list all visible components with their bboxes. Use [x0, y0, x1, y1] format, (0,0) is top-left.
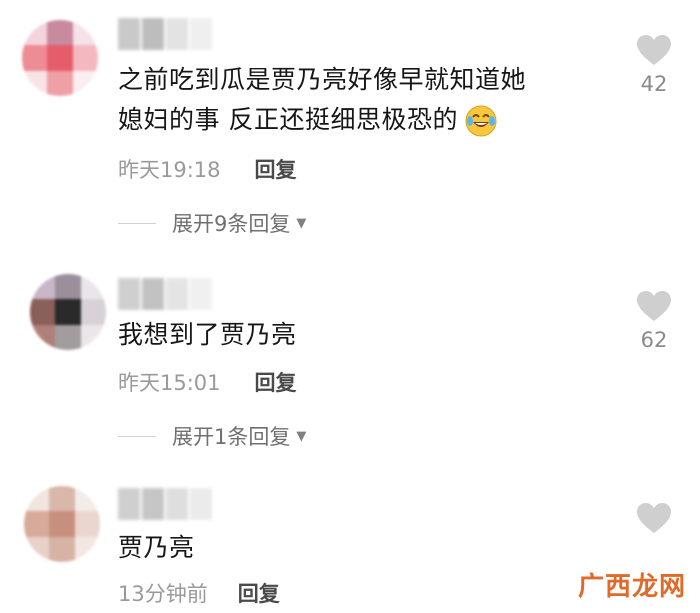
- like-button[interactable]: 42: [634, 34, 674, 96]
- username-pixel: [142, 278, 164, 310]
- avatar-pixel: [22, 45, 48, 71]
- username-pixel: [166, 488, 188, 520]
- username[interactable]: [118, 278, 212, 310]
- username-pixel: [166, 18, 188, 50]
- expand-replies-button[interactable]: 展开9条回复 ▼: [118, 208, 306, 238]
- avatar-pixel: [47, 45, 73, 71]
- divider: [118, 222, 156, 224]
- like-button[interactable]: 62: [634, 290, 674, 352]
- username-pixel: [142, 488, 164, 520]
- username-pixel: [190, 18, 212, 50]
- avatar-pixel: [74, 486, 100, 512]
- avatar-pixel: [22, 20, 48, 46]
- avatar-pixel: [55, 299, 81, 325]
- comment-meta: 13分钟前 回复: [118, 578, 280, 608]
- chevron-down-icon: ▼: [296, 215, 307, 231]
- username[interactable]: [118, 488, 212, 520]
- comment-time: 13分钟前: [118, 582, 208, 606]
- avatar-pixel: [55, 274, 81, 300]
- comment-text: 贾乃亮: [118, 528, 195, 568]
- avatar-pixel: [49, 486, 75, 512]
- avatar-pixel: [22, 70, 48, 96]
- avatar-pixel: [30, 274, 56, 300]
- like-count: 42: [640, 72, 668, 96]
- laughing-crying-emoji-icon: [465, 105, 497, 137]
- avatar-pixel: [24, 536, 50, 562]
- avatar-pixel: [74, 536, 100, 562]
- avatar-pixel: [47, 20, 73, 46]
- avatar[interactable]: [30, 274, 106, 350]
- expand-replies-label: 展开1条回复: [172, 425, 291, 449]
- username-pixel: [166, 278, 188, 310]
- avatar-pixel: [72, 45, 98, 71]
- comment-time: 昨天15:01: [118, 371, 221, 395]
- like-button[interactable]: [634, 502, 674, 534]
- comment-text-line: 贾乃亮: [118, 533, 195, 562]
- username-pixel: [118, 18, 140, 50]
- avatar-pixel: [30, 299, 56, 325]
- username-pixel: [118, 278, 140, 310]
- username-pixel: [118, 488, 140, 520]
- avatar-pixel: [49, 536, 75, 562]
- divider: [118, 435, 156, 437]
- expand-replies-button[interactable]: 展开1条回复 ▼: [118, 421, 306, 451]
- avatar-pixel: [80, 299, 106, 325]
- reply-button[interactable]: 回复: [238, 578, 280, 608]
- avatar-pixel: [47, 70, 73, 96]
- username-pixel: [190, 278, 212, 310]
- avatar[interactable]: [24, 486, 100, 562]
- heart-icon: [637, 503, 671, 533]
- avatar-pixel: [80, 324, 106, 350]
- comment-text: 我想到了贾乃亮: [118, 315, 297, 355]
- avatar-pixel: [30, 324, 56, 350]
- avatar-pixel: [49, 511, 75, 537]
- like-count: 62: [640, 328, 668, 352]
- avatar-pixel: [74, 511, 100, 537]
- avatar-pixel: [72, 70, 98, 96]
- avatar-pixel: [24, 511, 50, 537]
- reply-button[interactable]: 回复: [255, 367, 297, 397]
- comment-meta: 昨天19:18 回复: [118, 154, 297, 184]
- comment-text-line: 之前吃到瓜是贾乃亮好像早就知道她: [118, 65, 527, 94]
- avatar-pixel: [80, 274, 106, 300]
- comment-text-line: 我想到了贾乃亮: [118, 320, 297, 349]
- username-pixel: [190, 488, 212, 520]
- username[interactable]: [118, 18, 212, 50]
- heart-icon: [637, 291, 671, 321]
- avatar-pixel: [55, 324, 81, 350]
- reply-button[interactable]: 回复: [255, 154, 297, 184]
- comment-text-line: 媳妇的事 反正还挺细思极恐的: [118, 105, 458, 134]
- comment-text: 之前吃到瓜是贾乃亮好像早就知道她 媳妇的事 反正还挺细思极恐的: [118, 60, 526, 140]
- comment-time: 昨天19:18: [118, 158, 221, 182]
- avatar[interactable]: [22, 20, 98, 96]
- avatar-pixel: [72, 20, 98, 46]
- watermark: 广西龙网: [577, 572, 686, 602]
- chevron-down-icon: ▼: [296, 428, 307, 444]
- heart-icon: [637, 35, 671, 65]
- username-pixel: [142, 18, 164, 50]
- avatar-pixel: [24, 486, 50, 512]
- comment-meta: 昨天15:01 回复: [118, 367, 297, 397]
- expand-replies-label: 展开9条回复: [172, 212, 291, 236]
